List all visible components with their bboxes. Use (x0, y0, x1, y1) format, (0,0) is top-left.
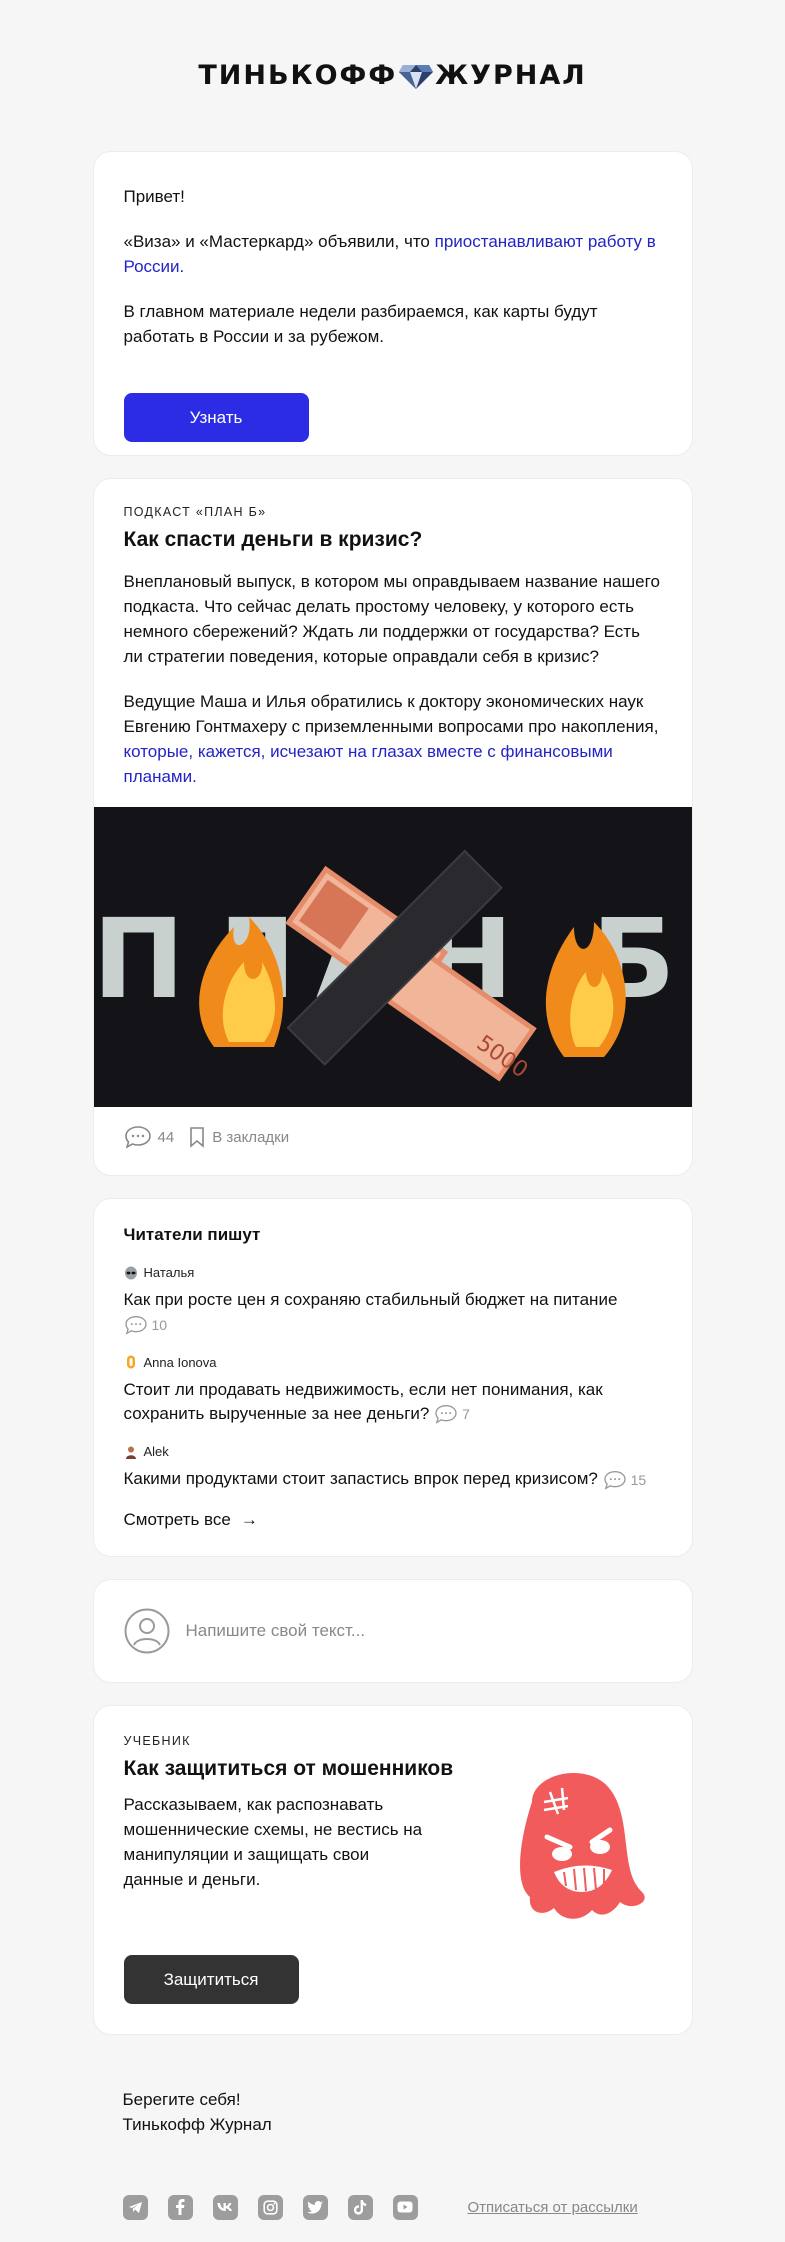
write-placeholder: Напишите свой текст... (185, 1620, 366, 1640)
greeting: Привет! (123, 187, 185, 206)
tutorial-description: Рассказываем, как распознавать мошенниче… (123, 1794, 423, 1889)
farewell-line-1: Берегите себя! (122, 2089, 241, 2109)
write-card[interactable]: Напишите свой текст... (92, 1578, 693, 1683)
bookmark-label: В закладки (212, 1128, 290, 1146)
comment-icon (124, 1315, 147, 1335)
reader-author-name: Наталья (143, 1265, 195, 1280)
comments-count[interactable]: 44 (124, 1125, 175, 1149)
ghost-illustration (519, 1772, 645, 1919)
reader-post-text: Как при росте цен я сохраняю стабильный … (124, 1288, 662, 1337)
unsubscribe-link[interactable]: Отписаться от рассылки (468, 2199, 638, 2216)
comment-icon (603, 1470, 626, 1490)
podcast-paragraph-2: Ведущие Маша и Илья обратились к доктору… (124, 689, 662, 789)
protect-button[interactable]: Защититься (123, 1954, 299, 2004)
vk-icon[interactable] (212, 2194, 238, 2220)
comments-number: 10 (151, 1316, 168, 1333)
tutorial-eyebrow: УЧЕБНИК (123, 1733, 191, 1748)
comments-number: 7 (462, 1406, 470, 1423)
podcast-title[interactable]: Как спасти деньги в кризис? (124, 527, 662, 553)
twitter-icon[interactable] (302, 2194, 328, 2220)
podcast-text: Ведущие Маша и Илья обратились к доктору… (123, 692, 659, 736)
reader-post[interactable]: Anna Ionova Стоит ли продавать недвижимо… (124, 1355, 662, 1427)
bookmark-icon (190, 1127, 204, 1148)
see-all-label: Смотреть все (123, 1509, 231, 1529)
reader-author-name: Anna Ionova (143, 1354, 217, 1370)
user-avatar-icon (124, 1608, 169, 1654)
podcast-cover-image[interactable]: ПЛАН Б 5000 (93, 807, 692, 1107)
reader-post[interactable]: Alek Какими продуктами стоит запастись в… (124, 1444, 662, 1492)
reader-post-comments[interactable]: 10 (124, 1313, 168, 1337)
reader-author-name: Alek (143, 1444, 169, 1460)
diamond-icon (399, 64, 434, 89)
social-links: Отписаться от рассылки (93, 2137, 693, 2220)
instagram-icon[interactable] (257, 2194, 283, 2220)
comment-icon (124, 1126, 151, 1149)
comments-number: 44 (157, 1128, 175, 1146)
farewell-line-2: Тинькофф Журнал (122, 2114, 272, 2134)
readers-title: Читатели пишут (123, 1225, 261, 1244)
tiktok-icon[interactable] (347, 2194, 373, 2220)
alien-avatar-icon (124, 1266, 138, 1280)
header: ТИНЬКОФФ ЖУРНАЛ (93, 0, 693, 151)
podcast-link[interactable]: которые, кажется, исчезают на глазах вме… (124, 742, 613, 786)
reader-post-title: Какими продуктами стоит запастись впрок … (123, 1469, 598, 1489)
reader-post-text: Стоит ли продавать недвижимость, если не… (124, 1378, 662, 1427)
facebook-icon[interactable] (167, 2194, 193, 2220)
logo-text-left: ТИНЬКОФФ (198, 60, 398, 91)
reader-post-text: Какими продуктами стоит запастись впрок … (124, 1467, 662, 1492)
farewell: Берегите себя! Тинькофф Журнал (93, 2057, 693, 2137)
reader-post-comments[interactable]: 15 (603, 1468, 647, 1492)
learn-button[interactable]: Узнать (123, 393, 309, 442)
intro-paragraph-1: «Виза» и «Мастеркард» объявили, что прио… (124, 229, 662, 279)
intro-paragraph-2: В главном материале недели разбираемся, … (123, 302, 598, 346)
bookmark-button[interactable]: В закладки (188, 1126, 289, 1148)
reader-post-title: Стоит ли продавать недвижимость, если не… (123, 1379, 603, 1423)
telegram-icon[interactable] (122, 2194, 148, 2220)
reader-author: Наталья (124, 1265, 662, 1280)
podcast-cover-illustration: ПЛАН Б 5000 (93, 807, 692, 1107)
reader-post[interactable]: Наталья Как при росте цен я сохраняю ста… (124, 1265, 662, 1337)
reader-post-title: Как при росте цен я сохраняю стабильный … (123, 1290, 618, 1309)
podcast-card: ПОДКАСТ «ПЛАН Б» Как спасти деньги в кри… (92, 478, 693, 1176)
reader-author: Alek (124, 1444, 662, 1459)
coin-avatar-icon (124, 1355, 138, 1369)
tutorial-card: УЧЕБНИК Как защититься от мошенников Рас… (92, 1704, 693, 2035)
comment-icon (435, 1405, 457, 1424)
see-all-link[interactable]: Смотреть все → (124, 1510, 662, 1530)
logo[interactable]: ТИНЬКОФФ ЖУРНАЛ (198, 60, 586, 91)
readers-card: Читатели пишут Наталья Как при росте цен… (92, 1198, 693, 1557)
youtube-icon[interactable] (392, 2194, 418, 2220)
logo-text-right: ЖУРНАЛ (435, 60, 587, 91)
podcast-eyebrow: ПОДКАСТ «ПЛАН Б» (123, 505, 267, 519)
comments-number: 15 (630, 1471, 647, 1488)
podcast-meta: 44 В закладки (94, 1107, 692, 1175)
reader-post-comments[interactable]: 7 (434, 1402, 470, 1426)
intro-text: «Виза» и «Мастеркард» объявили, что (123, 232, 435, 251)
person-avatar-icon (124, 1445, 138, 1459)
arrow-right-icon: → (240, 1509, 258, 1529)
podcast-paragraph-1: Внеплановый выпуск, в котором мы оправды… (123, 572, 660, 666)
intro-card: Привет! «Виза» и «Мастеркард» объявили, … (92, 151, 693, 456)
reader-author: Anna Ionova (124, 1355, 662, 1370)
